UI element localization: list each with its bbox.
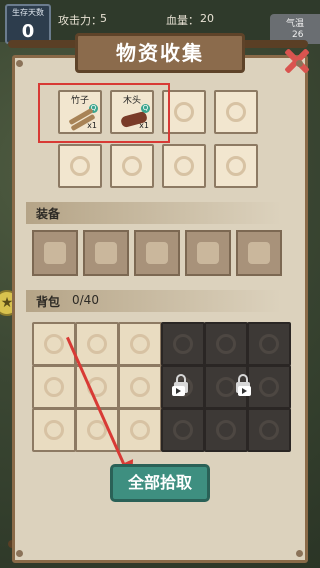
survival-days-box: 生存天数 0 (5, 4, 51, 44)
survival-days-value: 0 (21, 21, 35, 42)
video-ad-icon[interactable] (238, 386, 251, 396)
temperature-value: 26 (292, 30, 304, 40)
bag-count: 0/40 (72, 293, 99, 307)
knife-icon (44, 242, 66, 264)
nail-icon (16, 60, 23, 67)
shoes-icon (248, 242, 270, 264)
panel-title: 物资收集 (75, 33, 245, 73)
collect-all-button[interactable]: 全部拾取 (110, 464, 210, 502)
bag-section-header: 背包 0/40 (26, 290, 282, 312)
bag-slot-locked[interactable] (204, 322, 248, 366)
empty-loot-slot[interactable] (58, 144, 102, 188)
nail-icon (296, 60, 303, 67)
bag-slot[interactable] (75, 408, 119, 452)
helmet-icon (95, 242, 117, 264)
equip-slot-weapon[interactable] (32, 230, 78, 276)
empty-loot-slot[interactable] (214, 90, 258, 134)
empty-loot-slot[interactable] (162, 144, 206, 188)
hp-value: 20 (200, 12, 214, 25)
attack-value: 5 (100, 12, 107, 25)
bag-slot-locked[interactable] (247, 408, 291, 452)
bag-slot[interactable] (75, 322, 119, 366)
survival-days-label: 生存天数 (12, 8, 44, 17)
hp-label: 血量： (166, 14, 199, 27)
bag-slot-locked[interactable] (161, 408, 205, 452)
video-ad-icon[interactable] (172, 386, 185, 396)
bag-slot[interactable] (118, 322, 162, 366)
empty-loot-slot[interactable] (214, 144, 258, 188)
attack-label: 攻击力： (58, 14, 102, 27)
equip-slot-head[interactable] (83, 230, 129, 276)
nail-icon (16, 550, 23, 557)
bag-slot[interactable] (32, 365, 76, 409)
equip-label: 装备 (36, 207, 61, 221)
equip-section-header: 装备 (26, 202, 282, 224)
nail-icon (296, 550, 303, 557)
equip-slot-body[interactable] (134, 230, 180, 276)
bag-slot-locked[interactable] (161, 322, 205, 366)
bag-label: 背包 (36, 295, 61, 309)
bag-slot-locked[interactable] (204, 408, 248, 452)
bag-slot[interactable] (118, 408, 162, 452)
equip-slot-feet[interactable] (236, 230, 282, 276)
highlight-box (38, 83, 170, 143)
bag-slot-locked[interactable] (247, 365, 291, 409)
bag-slot[interactable] (118, 365, 162, 409)
pants-icon (197, 242, 219, 264)
bag-slot-locked[interactable] (247, 322, 291, 366)
temperature-label: 气温 (286, 19, 305, 29)
bag-slot[interactable] (32, 408, 76, 452)
empty-loot-slot[interactable] (110, 144, 154, 188)
equip-slot-legs[interactable] (185, 230, 231, 276)
armor-icon (146, 242, 168, 264)
